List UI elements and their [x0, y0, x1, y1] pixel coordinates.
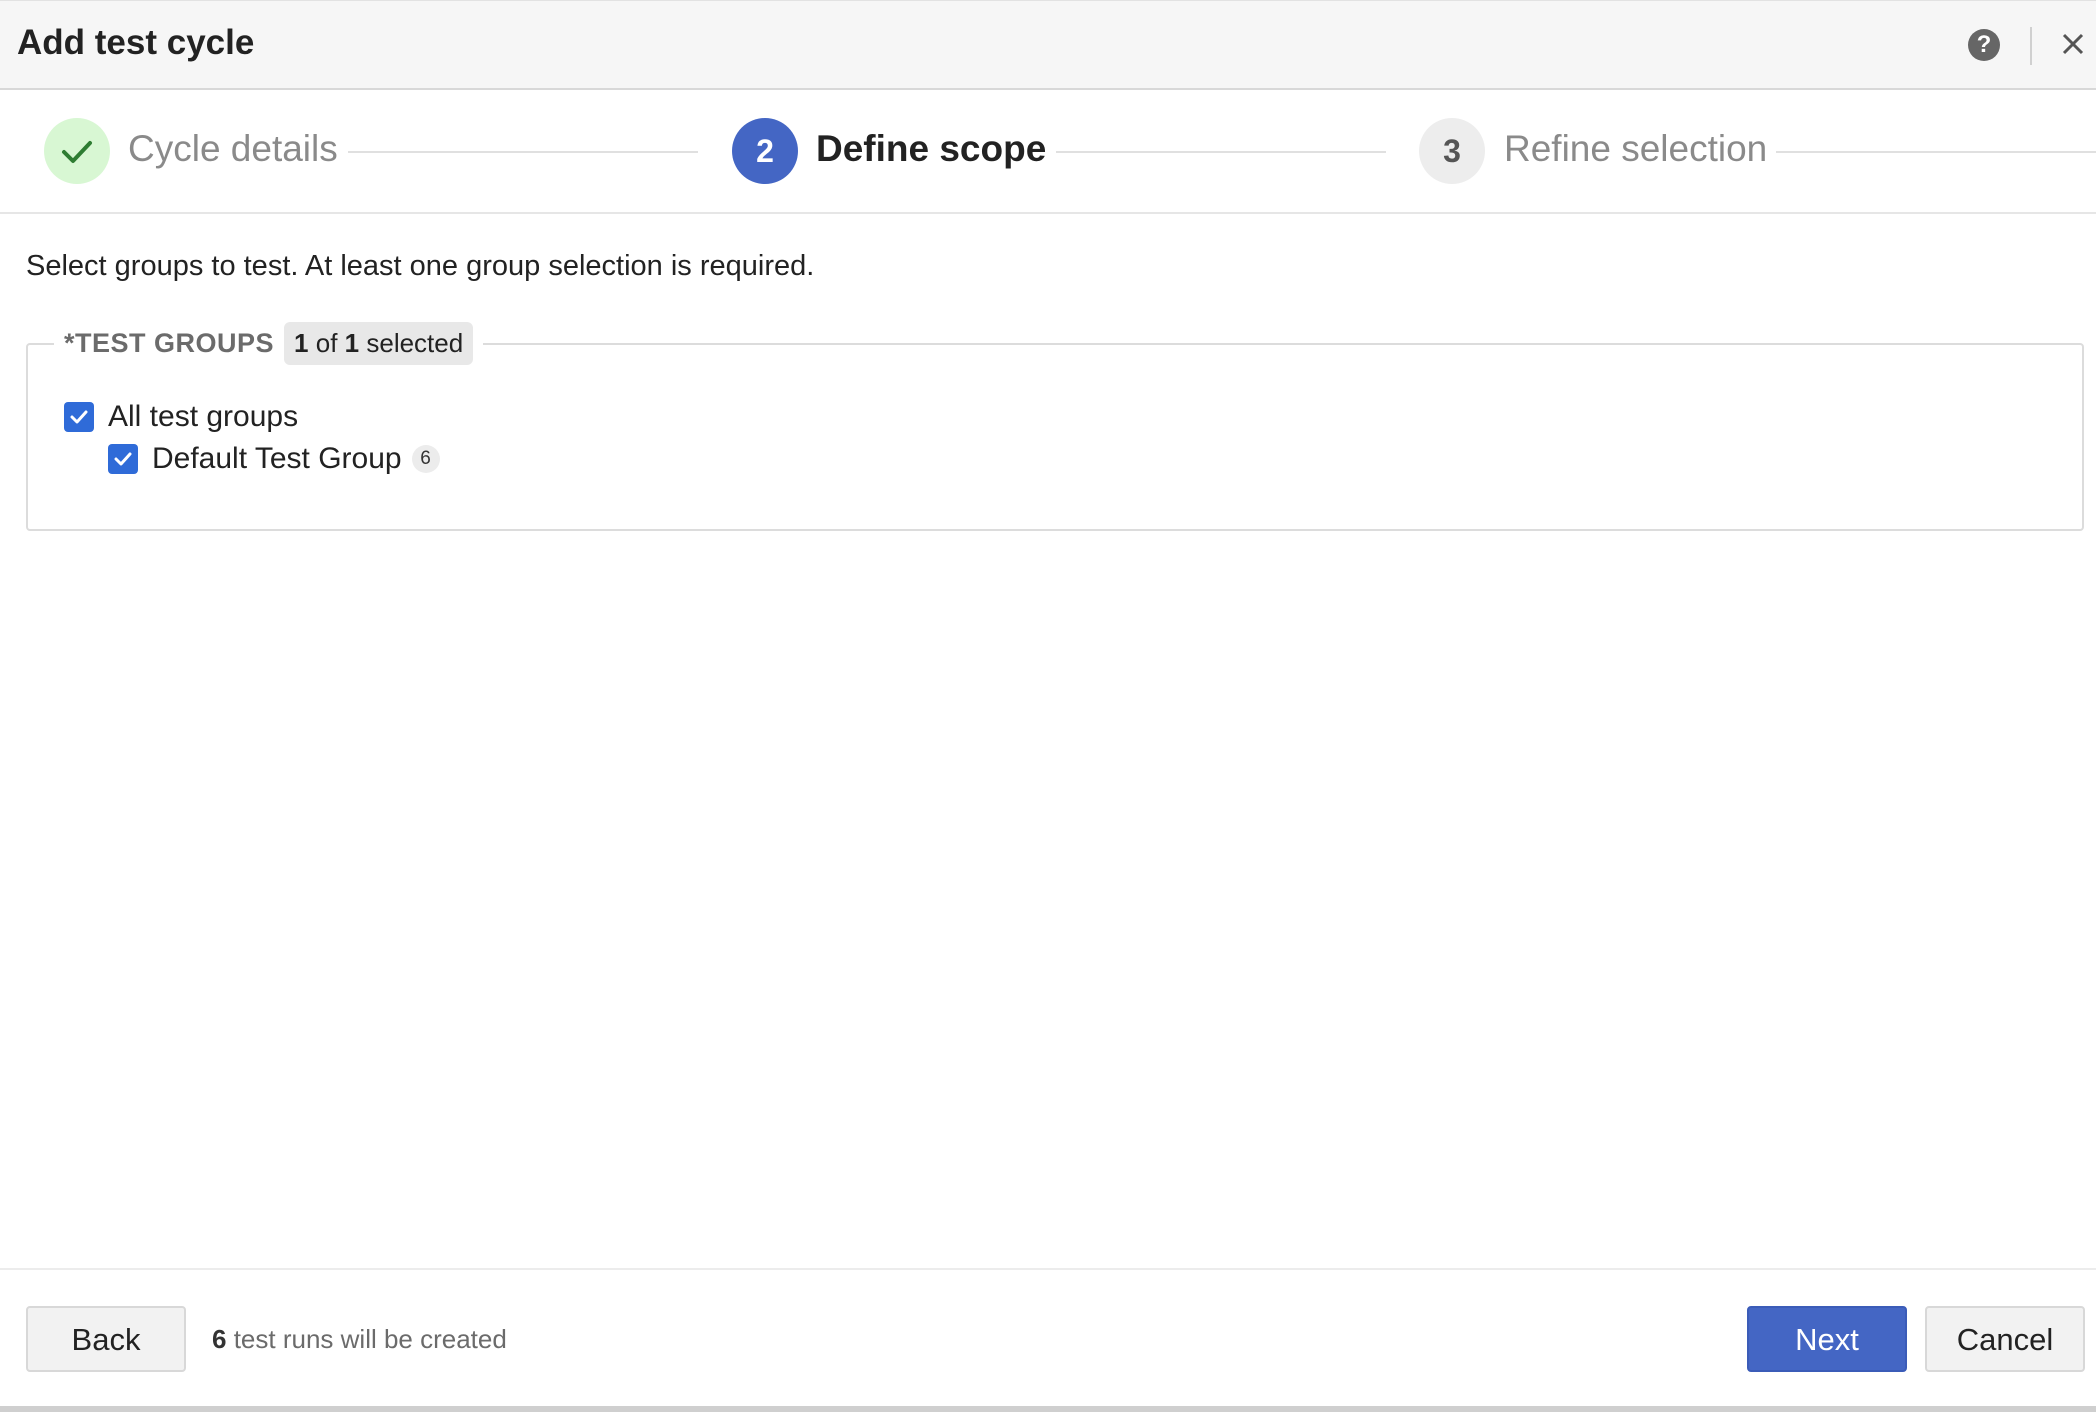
step-1-completed-indicator [44, 118, 110, 184]
test-runs-text: test runs will be created [233, 1324, 507, 1354]
test-groups-fieldset [26, 343, 2084, 531]
instruction-text: Select groups to test. At least one grou… [26, 250, 815, 282]
all-test-groups-label[interactable]: All test groups [108, 400, 298, 434]
default-test-group-option[interactable]: Default Test Group 6 [108, 442, 440, 476]
test-count-badge: 6 [411, 445, 440, 473]
checkmark-icon [62, 141, 92, 163]
step-connector [1776, 151, 2096, 153]
test-groups-legend: *TEST GROUPS 1 of 1 selected [54, 320, 484, 366]
step-connector [348, 151, 698, 153]
cancel-button[interactable]: Cancel [1925, 1306, 2085, 1372]
default-test-group-label[interactable]: Default Test Group [152, 442, 402, 476]
selected-text: selected [366, 327, 464, 358]
step-2-number: 2 [732, 118, 798, 184]
selection-count-badge: 1 of 1 selected [284, 321, 474, 365]
step-1-label[interactable]: Cycle details [128, 128, 338, 170]
dialog-title: Add test cycle [17, 23, 255, 62]
bottom-border [0, 1406, 2096, 1412]
default-test-group-checkbox[interactable] [108, 444, 138, 474]
test-groups-label: *TEST GROUPS [64, 327, 275, 358]
selected-count: 1 [294, 327, 309, 358]
of-text: of [315, 327, 338, 358]
close-icon[interactable] [2058, 29, 2088, 59]
check-icon [114, 452, 132, 466]
wizard-stepper: Cycle details 2 Define scope 3 Refine se… [0, 90, 2096, 214]
dialog-header: Add test cycle ? [0, 0, 2096, 90]
all-test-groups-option[interactable]: All test groups [64, 400, 298, 434]
check-icon [70, 410, 88, 424]
dialog-footer: Back 6 test runs will be created Next Ca… [0, 1268, 2096, 1412]
total-count: 1 [344, 327, 360, 358]
next-button[interactable]: Next [1747, 1306, 1907, 1372]
step-2-label: Define scope [816, 128, 1047, 169]
all-test-groups-checkbox[interactable] [64, 402, 94, 432]
add-test-cycle-dialog: Add test cycle ? Cycle details 2 Define … [0, 0, 2096, 1412]
step-3-label: Refine selection [1504, 128, 1768, 169]
step-connector [1056, 151, 1386, 153]
step-3-number: 3 [1419, 118, 1485, 184]
test-runs-count: 6 [212, 1324, 227, 1354]
header-divider [2030, 27, 2032, 65]
test-runs-message: 6 test runs will be created [212, 1324, 507, 1355]
back-button[interactable]: Back [26, 1306, 186, 1372]
help-icon[interactable]: ? [1968, 29, 2000, 61]
